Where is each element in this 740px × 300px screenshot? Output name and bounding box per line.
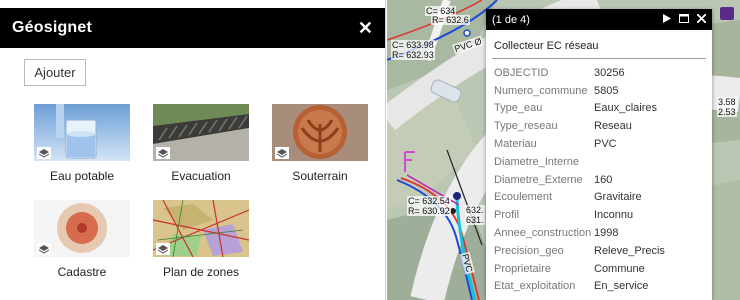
attribute-key: Numero_commune (494, 84, 588, 97)
attribute-table: OBJECTID 30256 Numero_commune 5805 Type_ea… (486, 64, 712, 295)
bookmark-thumbnail[interactable] (34, 200, 130, 257)
attribute-value: Releve_Precis (594, 244, 665, 257)
attribute-key: Type_eau (494, 102, 543, 115)
attribute-value: Gravitaire (594, 191, 642, 204)
bookmark-thumbnail[interactable] (34, 104, 130, 161)
attribute-row: Proprietaire Commune (486, 260, 712, 278)
bookmark-label: Plan de zones (162, 265, 240, 279)
attribute-key: Materiau (494, 138, 537, 151)
bookmark-thumbnail[interactable] (272, 104, 368, 161)
attribute-value: Eaux_claires (594, 102, 657, 115)
maximize-icon[interactable] (679, 13, 689, 26)
popup-title: Collecteur EC réseau (492, 30, 706, 59)
map-label: 631. (465, 215, 485, 225)
bookmark-tile-cadastre[interactable]: Cadastre (34, 200, 130, 279)
attribute-row: Diametre_Externe 160 (486, 171, 712, 189)
panel-header: Géosignet ✕ (0, 8, 385, 48)
attribute-value: Reseau (594, 120, 632, 133)
bookmark-label: Evacuation (171, 169, 231, 183)
bookmark-label: Souterrain (292, 169, 348, 183)
attribute-key: Etat_exploitation (494, 280, 576, 293)
attribute-row: Profil Inconnu (486, 206, 712, 224)
popup-header: (1 de 4) (486, 9, 712, 30)
map-label: C= 632.54 (407, 196, 451, 206)
map-label: R= 630.92 (407, 206, 451, 216)
attribute-row: Diametre_Interne (486, 153, 712, 171)
attribute-row: Precision_geo Releve_Precis (486, 242, 712, 260)
attribute-key: Annee_construction (494, 227, 592, 240)
attribute-row: Ecoulement Gravitaire (486, 189, 712, 207)
bookmark-tile-evacuation[interactable]: Evacuation (153, 104, 249, 183)
attribute-value: En_service (594, 280, 649, 293)
map-label: R= 632.6 (431, 15, 470, 25)
attribute-value: 1998 (594, 227, 619, 240)
home-icon[interactable] (720, 7, 734, 20)
layers-icon (37, 147, 51, 159)
attribute-key: Profil (494, 209, 520, 222)
close-icon[interactable] (696, 12, 707, 26)
map-label: 632. (465, 205, 485, 215)
attribute-value: 30256 (594, 66, 625, 79)
attribute-value: Commune (594, 262, 645, 275)
layers-icon (156, 243, 170, 255)
attribute-key: OBJECTID (494, 66, 549, 79)
attribute-value: 160 (594, 173, 613, 186)
map-label: 3.58 (717, 97, 737, 107)
panel-title: Géosignet (12, 19, 93, 36)
attribute-row: Etat_exploitation En_service (486, 278, 712, 296)
add-bookmark-button[interactable]: Ajouter (24, 59, 86, 86)
map-label: 2.53 (717, 107, 737, 117)
feature-popup: (1 de 4) Collecteur EC réseau OBJECTID 30… (486, 9, 712, 300)
attribute-row: Annee_construction 1998 (486, 224, 712, 242)
attribute-key: Diametre_Interne (494, 155, 579, 168)
bookmark-tile-plan-de-zones[interactable]: Plan de zones (153, 200, 249, 279)
bookmark-tile-eau-potable[interactable]: Eau potable (34, 104, 130, 183)
map-label: C= 633.98 (391, 40, 435, 50)
attribute-row: Materiau PVC (486, 135, 712, 153)
bookmark-panel: Géosignet ✕ Ajouter Eau potable Evacuati… (0, 0, 386, 300)
attribute-value: 5805 (594, 84, 619, 97)
bookmark-thumbnail[interactable] (153, 200, 249, 257)
map-label: R= 632.93 (391, 50, 435, 60)
close-icon[interactable]: ✕ (358, 18, 373, 39)
attribute-key: Diametre_Externe (494, 173, 583, 186)
attribute-value: PVC (594, 138, 617, 151)
bookmark-tile-souterrain[interactable]: Souterrain (272, 104, 368, 183)
attribute-row: OBJECTID 30256 (486, 64, 712, 82)
layers-icon (156, 147, 170, 159)
next-feature-icon[interactable] (663, 13, 671, 26)
layers-icon (37, 243, 51, 255)
attribute-row: Type_eau Eaux_claires (486, 100, 712, 118)
layers-icon (275, 147, 289, 159)
bookmark-thumbnail[interactable] (153, 104, 249, 161)
bookmark-label: Eau potable (49, 169, 115, 183)
attribute-key: Type_reseau (494, 120, 558, 133)
attribute-row: Type_reseau Reseau (486, 117, 712, 135)
attribute-value: Inconnu (594, 209, 634, 222)
attribute-key: Ecoulement (494, 191, 553, 204)
popup-counter: (1 de 4) (492, 13, 530, 26)
bookmark-label: Cadastre (57, 265, 107, 279)
attribute-row: Numero_commune 5805 (486, 82, 712, 100)
attribute-key: Proprietaire (494, 262, 551, 275)
attribute-key: Precision_geo (494, 244, 564, 257)
